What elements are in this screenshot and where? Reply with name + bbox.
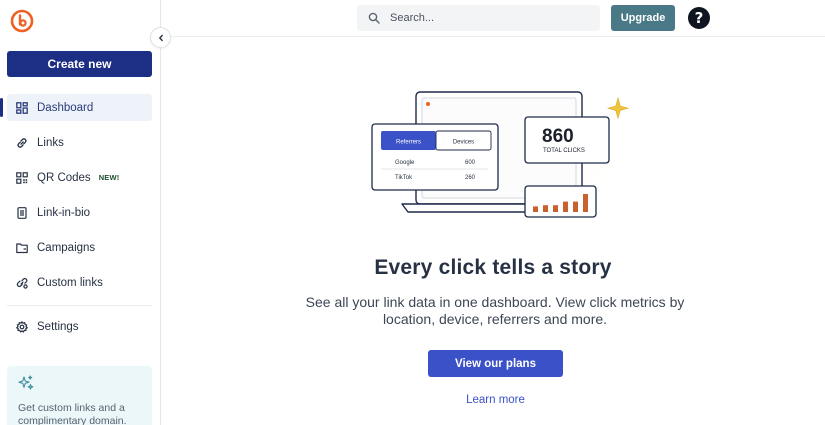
sidebar-item-links[interactable]: Links xyxy=(7,129,152,156)
mini-bar xyxy=(583,194,588,212)
sidebar-item-custom-links[interactable]: Custom links xyxy=(7,269,152,296)
tab-referrers-label: Referrers xyxy=(396,140,421,146)
sidebar-item-qr-codes[interactable]: QR Codes NEW! xyxy=(7,164,152,191)
sparkle-star-icon xyxy=(606,96,630,120)
bitly-logo-icon[interactable] xyxy=(10,9,34,33)
sparkle-icon xyxy=(18,375,34,390)
sidebar-nav: Dashboard Links QR Codes NEW! Link-in-bi… xyxy=(0,94,160,304)
referrer-value: 600 xyxy=(465,160,476,166)
sidebar-item-label: Custom links xyxy=(37,276,103,289)
help-question-icon: ? xyxy=(694,9,704,27)
upgrade-button[interactable]: Upgrade xyxy=(611,5,675,31)
custom-link-icon xyxy=(16,277,28,289)
search-box[interactable] xyxy=(357,5,600,31)
page-headline: Every click tells a story xyxy=(374,256,612,279)
view-plans-button[interactable]: View our plans xyxy=(428,350,563,377)
learn-more-link[interactable]: Learn more xyxy=(428,394,563,406)
search-input[interactable] xyxy=(390,12,590,24)
mini-bar xyxy=(543,205,548,212)
sidebar-item-label: Links xyxy=(37,136,64,149)
sidebar-item-label: QR Codes xyxy=(37,171,91,184)
top-bar: Upgrade ? xyxy=(161,0,825,37)
total-clicks-value: 860 xyxy=(542,126,574,147)
mini-bar xyxy=(573,201,578,212)
sidebar-item-dashboard[interactable]: Dashboard xyxy=(0,94,152,121)
total-clicks-label: TOTAL CLICKS xyxy=(543,148,585,154)
sidebar: Create new Dashboard Links QR Codes NEW!… xyxy=(0,0,161,425)
nav-divider xyxy=(7,305,152,306)
link-in-bio-icon xyxy=(17,206,27,219)
create-new-button[interactable]: Create new xyxy=(7,51,152,77)
sidebar-item-label: Campaigns xyxy=(37,241,96,254)
referrer-name: Google xyxy=(395,160,415,166)
qr-code-icon xyxy=(16,171,28,184)
new-badge: NEW! xyxy=(98,173,120,182)
gear-icon xyxy=(16,320,28,333)
upgrade-promo-card[interactable]: Get custom links and a complimentary dom… xyxy=(7,366,152,425)
collapse-sidebar-button[interactable] xyxy=(150,27,171,48)
dashboard-icon xyxy=(16,101,28,114)
sidebar-item-campaigns[interactable]: Campaigns xyxy=(7,234,152,261)
page-description: See all your link data in one dashboard.… xyxy=(305,294,685,327)
sidebar-item-settings[interactable]: Settings xyxy=(7,313,152,340)
link-icon xyxy=(17,137,27,148)
tab-devices-label: Devices xyxy=(453,140,474,146)
mini-bar xyxy=(553,205,558,212)
promo-text: Get custom links and a complimentary dom… xyxy=(18,402,127,425)
sidebar-item-link-in-bio[interactable]: Link-in-bio xyxy=(7,199,152,226)
help-button[interactable]: ? xyxy=(688,7,710,29)
chevron-left-icon xyxy=(158,34,163,41)
mini-bar xyxy=(533,206,538,212)
sidebar-item-label: Settings xyxy=(37,320,79,333)
folder-icon xyxy=(16,242,28,253)
sidebar-nav-secondary: Settings xyxy=(0,313,160,348)
mini-bar xyxy=(563,201,568,212)
analytics-dashboard-illustration: Referrers Devices Google 600 TikTok 260 … xyxy=(368,90,630,222)
search-icon xyxy=(368,12,380,24)
sidebar-item-label: Link-in-bio xyxy=(37,206,91,219)
referrer-value: 260 xyxy=(465,175,476,181)
sidebar-item-label: Dashboard xyxy=(37,101,94,114)
referrer-name: TikTok xyxy=(395,175,413,181)
app-dot-icon xyxy=(426,102,430,106)
